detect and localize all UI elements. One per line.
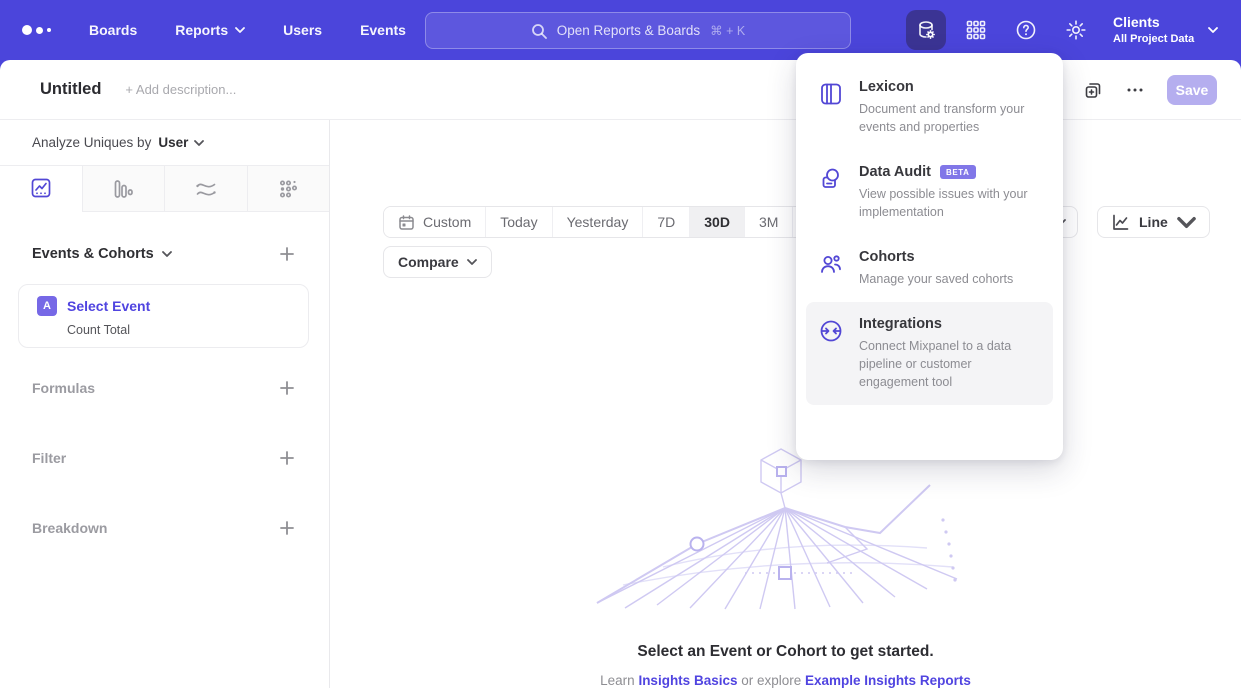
help-icon <box>1015 19 1037 41</box>
date-range-today[interactable]: Today <box>485 207 551 237</box>
chevron-down-icon <box>194 140 204 146</box>
date-range-custom[interactable]: Custom <box>384 207 485 237</box>
settings-button[interactable] <box>1056 10 1096 50</box>
date-range-30d[interactable]: 30D <box>689 207 744 237</box>
mixpanel-logo[interactable] <box>22 25 51 35</box>
chart-type-tab-line[interactable] <box>0 166 82 212</box>
search-icon <box>531 23 547 39</box>
subtitle-prefix: Learn <box>600 673 638 688</box>
add-breakdown-button[interactable] <box>279 520 295 536</box>
formulas-label: Formulas <box>32 380 95 396</box>
report-title[interactable]: Untitled <box>40 80 101 99</box>
breakdown-row: Breakdown <box>0 518 329 538</box>
analyze-by-dropdown[interactable]: User <box>158 135 204 150</box>
data-audit-icon <box>818 164 844 221</box>
save-button[interactable]: Save <box>1167 75 1217 105</box>
chevron-down-icon <box>1177 213 1196 232</box>
chevron-down-icon <box>467 259 477 265</box>
date-range-yesterday[interactable]: Yesterday <box>552 207 643 237</box>
apps-grid-button[interactable] <box>956 10 996 50</box>
event-aggregation[interactable]: Count Total <box>67 323 294 337</box>
line-chart-box-icon <box>29 176 53 200</box>
beta-badge: BETA <box>940 165 976 179</box>
topbar-icon-group <box>906 0 1096 60</box>
plus-icon <box>279 520 295 536</box>
gear-icon <box>1065 19 1087 41</box>
empty-state-graphic <box>595 445 975 610</box>
global-search-input[interactable]: Open Reports & Boards ⌘ + K <box>425 12 851 49</box>
more-options-button[interactable] <box>1125 80 1145 100</box>
primary-nav: Boards Reports Users Events <box>89 22 406 38</box>
add-event-button[interactable] <box>279 246 295 262</box>
data-management-button[interactable] <box>906 10 946 50</box>
lexicon-icon <box>818 79 844 136</box>
search-shortcut: ⌘ + K <box>710 23 745 38</box>
integrations-icon <box>818 316 844 391</box>
menu-item-data-audit[interactable]: Data AuditBETA View possible issues with… <box>806 150 1053 235</box>
date-range-3m[interactable]: 3M <box>744 207 792 237</box>
chevron-down-icon <box>235 27 245 33</box>
menu-item-cohorts[interactable]: Cohorts Manage your saved cohorts <box>806 235 1053 302</box>
breakdown-label: Breakdown <box>32 520 107 536</box>
plus-icon <box>279 246 295 262</box>
insights-basics-link[interactable]: Insights Basics <box>638 673 737 688</box>
plus-icon <box>279 450 295 466</box>
calendar-icon <box>398 214 415 231</box>
filter-row: Filter <box>0 448 329 468</box>
add-description-field[interactable]: + Add description... <box>125 82 236 97</box>
apps-grid-icon <box>965 19 987 41</box>
cohorts-icon <box>818 249 844 288</box>
chevron-down-icon <box>162 251 172 257</box>
event-card[interactable]: A Select Event Count Total <box>18 284 309 348</box>
chart-type-tab-metric[interactable] <box>247 166 330 211</box>
compare-dropdown[interactable]: Compare <box>383 246 492 278</box>
plus-icon <box>279 380 295 396</box>
duplicate-icon <box>1083 80 1103 100</box>
metric-grid-icon <box>276 177 300 201</box>
events-cohorts-header: Events & Cohorts <box>0 246 329 262</box>
analyze-row: Analyze Uniques by User <box>0 120 329 166</box>
search-placeholder: Open Reports & Boards <box>557 23 700 38</box>
add-formula-button[interactable] <box>279 380 295 396</box>
events-cohorts-dropdown[interactable]: Events & Cohorts <box>32 246 172 262</box>
empty-state-subtitle: Learn Insights Basics or explore Example… <box>330 673 1241 688</box>
add-filter-button[interactable] <box>279 450 295 466</box>
line-chart-icon <box>1111 213 1130 232</box>
database-gear-icon <box>915 19 937 41</box>
menu-item-integrations[interactable]: Integrations Connect Mixpanel to a data … <box>806 302 1053 405</box>
nav-events[interactable]: Events <box>360 22 406 38</box>
filter-label: Filter <box>32 450 66 466</box>
nav-reports[interactable]: Reports <box>175 22 245 38</box>
subtitle-middle: or explore <box>737 673 805 688</box>
formulas-row: Formulas <box>0 378 329 398</box>
chart-type-tabs <box>0 166 329 212</box>
nav-users[interactable]: Users <box>283 22 322 38</box>
help-button[interactable] <box>1006 10 1046 50</box>
data-management-menu: Lexicon Document and transform your even… <box>796 53 1063 460</box>
duplicate-button[interactable] <box>1083 80 1103 100</box>
ellipsis-icon <box>1125 80 1145 100</box>
top-nav-bar: Boards Reports Users Events Open Reports… <box>0 0 1241 60</box>
chart-type-tab-flow[interactable] <box>164 166 247 211</box>
analyze-label: Analyze Uniques by <box>32 135 151 150</box>
event-letter-badge: A <box>37 296 57 316</box>
project-switcher[interactable]: Clients All Project Data <box>1113 0 1218 60</box>
project-name: Clients <box>1113 14 1194 32</box>
query-builder-sidebar: Analyze Uniques by User <box>0 120 330 688</box>
example-reports-link[interactable]: Example Insights Reports <box>805 673 971 688</box>
date-range-picker: Custom Today Yesterday 7D 30D 3M 6M <box>383 206 842 238</box>
select-event-button[interactable]: Select Event <box>67 298 150 314</box>
flow-chart-icon <box>194 177 218 201</box>
menu-item-lexicon[interactable]: Lexicon Document and transform your even… <box>806 65 1053 150</box>
empty-state-title: Select an Event or Cohort to get started… <box>330 643 1241 661</box>
chart-style-dropdown[interactable]: Line <box>1097 206 1210 238</box>
date-range-7d[interactable]: 7D <box>642 207 689 237</box>
chevron-down-icon <box>1208 27 1218 33</box>
project-scope: All Project Data <box>1113 32 1194 46</box>
bar-chart-icon <box>111 177 135 201</box>
nav-boards[interactable]: Boards <box>89 22 137 38</box>
report-canvas: Custom Today Yesterday 7D 30D 3M 6M Comp… <box>330 180 1241 688</box>
chart-type-tab-bar[interactable] <box>82 166 165 211</box>
